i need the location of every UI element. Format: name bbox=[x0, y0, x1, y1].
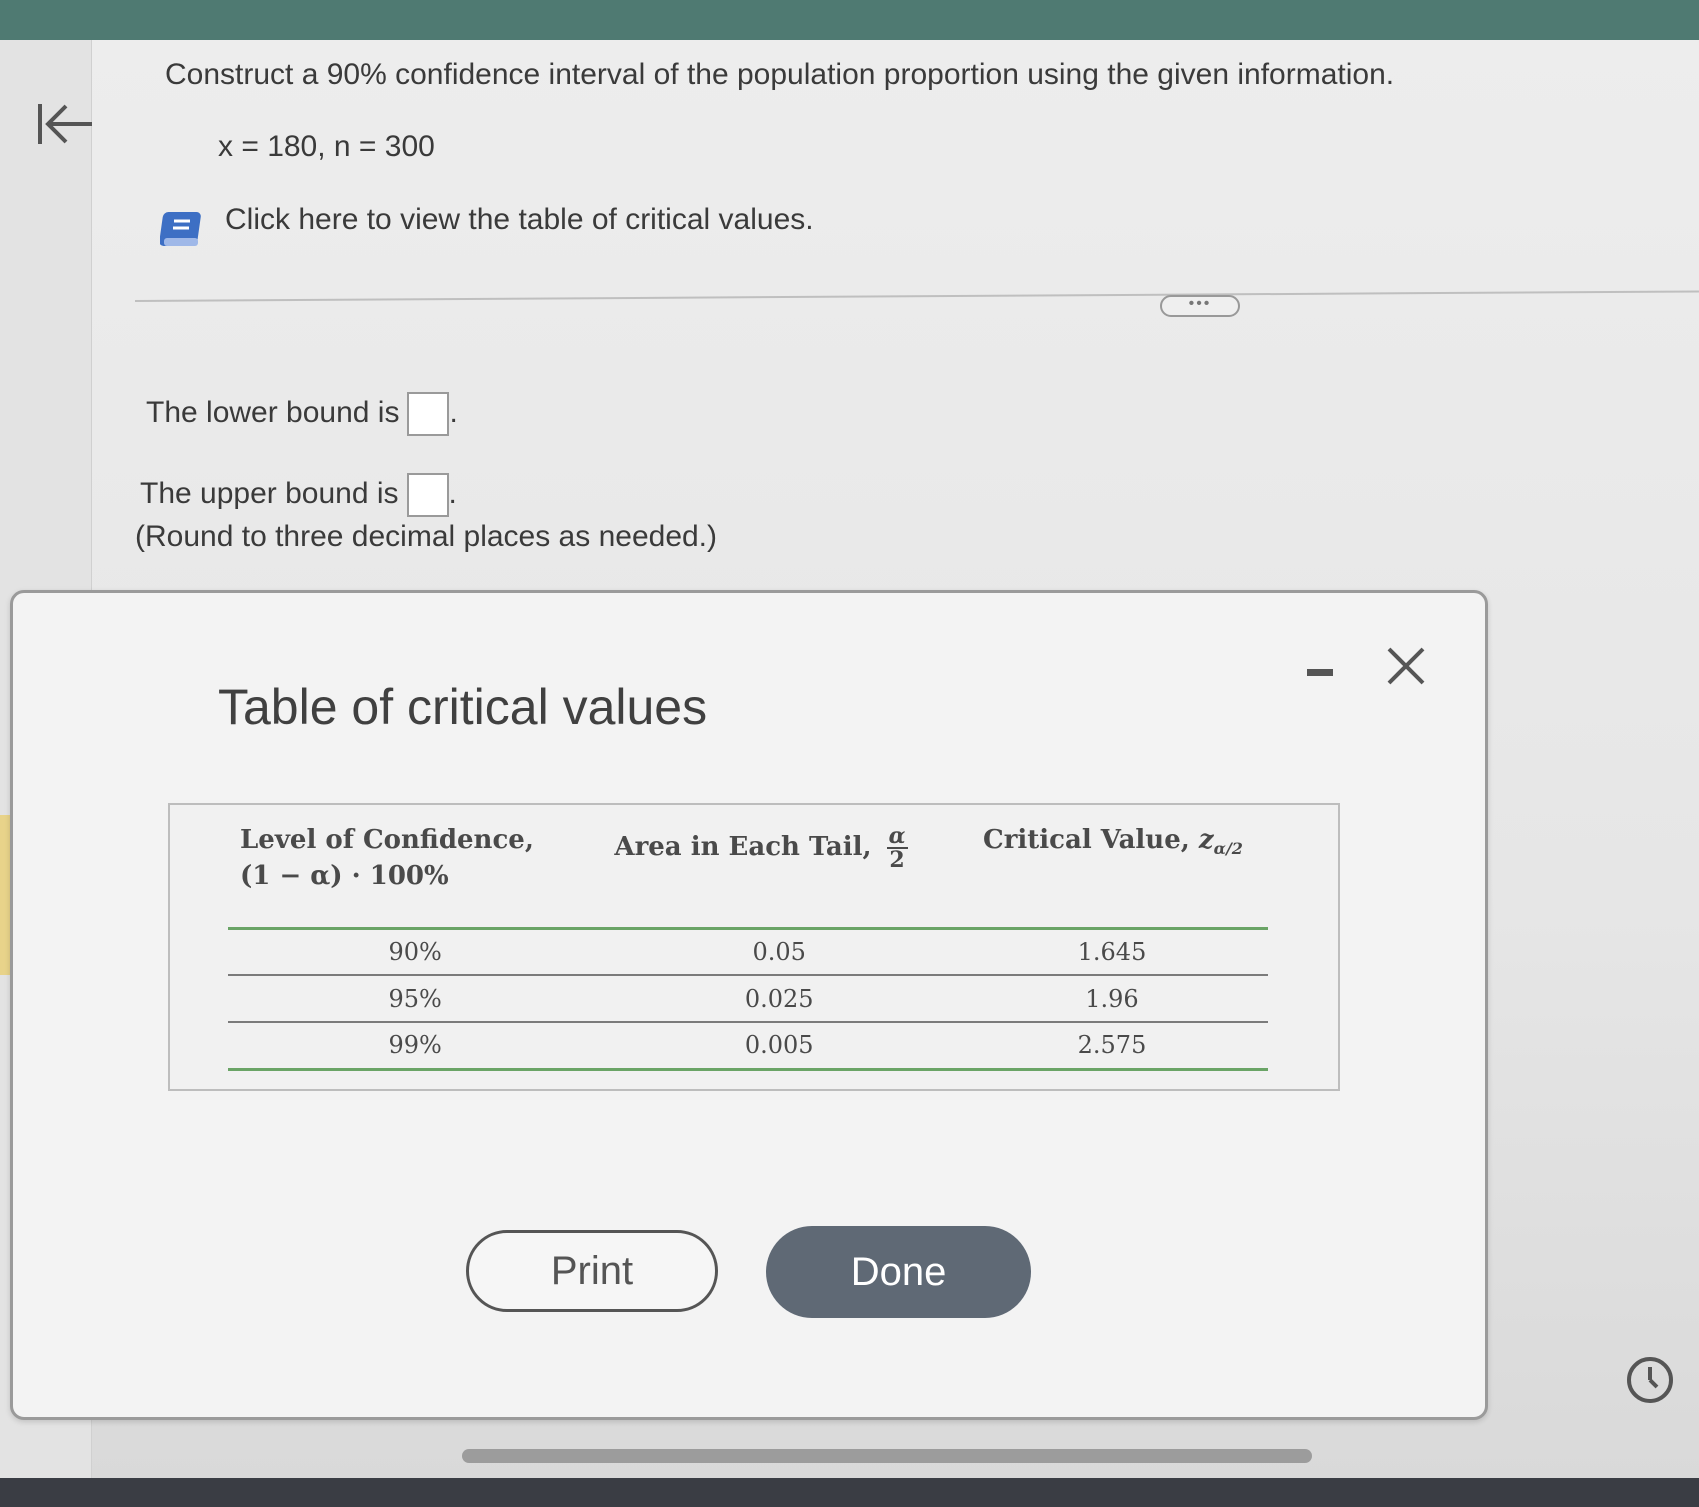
header-confidence-line1: Level of Confidence, bbox=[240, 825, 534, 855]
confidence-cell: 99% bbox=[228, 1022, 603, 1071]
tail-cell: 0.05 bbox=[602, 928, 956, 976]
lower-bound-input[interactable] bbox=[407, 392, 450, 436]
table-header-row: Level of Confidence, (1 − α) · 100% Area… bbox=[228, 823, 1268, 930]
z-symbol: z bbox=[1198, 825, 1214, 855]
dialog-title: Table of critical values bbox=[218, 679, 708, 735]
upper-bound-label: The upper bound is bbox=[140, 476, 399, 510]
tail-cell: 0.025 bbox=[602, 975, 956, 1023]
critical-cell: 1.96 bbox=[955, 975, 1268, 1023]
clock-icon[interactable] bbox=[1625, 1355, 1675, 1405]
header-critical-value: Critical Value, zα/2 bbox=[955, 825, 1268, 930]
table-row: 95% 0.025 1.96 bbox=[228, 975, 1268, 1023]
critical-values-dialog: Table of critical values Level of Confid… bbox=[10, 590, 1488, 1420]
confidence-cell: 95% bbox=[228, 975, 603, 1023]
question-prompt: Construct a 90% confidence interval of t… bbox=[165, 58, 1395, 91]
tail-cell: 0.005 bbox=[602, 1022, 956, 1071]
critical-values-table-frame: Level of Confidence, (1 − α) · 100% Area… bbox=[168, 803, 1340, 1091]
header-confidence-line2: (1 − α) · 100% bbox=[240, 861, 449, 891]
book-icon[interactable] bbox=[160, 208, 206, 250]
lower-bound-label: The lower bound is bbox=[146, 395, 400, 429]
lower-bound-row: The lower bound is. bbox=[146, 392, 458, 436]
alpha-over-two-fraction: α 2 bbox=[886, 823, 908, 873]
critical-values-table: Level of Confidence, (1 − α) · 100% Area… bbox=[228, 825, 1268, 1071]
table-row: 99% 0.005 2.575 bbox=[228, 1022, 1268, 1071]
close-icon[interactable] bbox=[1381, 641, 1431, 691]
header-tail-area: Area in Each Tail, α 2 bbox=[602, 823, 956, 930]
header-critical-label: Critical Value, bbox=[983, 825, 1190, 855]
confidence-cell: 90% bbox=[228, 928, 603, 976]
minimize-icon[interactable] bbox=[1303, 653, 1337, 687]
lower-bound-period: . bbox=[449, 395, 458, 429]
done-button[interactable]: Done bbox=[766, 1226, 1031, 1318]
back-to-start-icon[interactable] bbox=[36, 100, 96, 148]
upper-bound-period: . bbox=[448, 476, 457, 510]
header-confidence: Level of Confidence, (1 − α) · 100% bbox=[228, 825, 603, 930]
upper-bound-input[interactable] bbox=[406, 473, 449, 517]
bottom-bar bbox=[0, 1478, 1699, 1507]
critical-cell: 2.575 bbox=[955, 1022, 1268, 1071]
horizontal-scrollbar[interactable] bbox=[462, 1449, 1312, 1463]
given-values: x = 180, n = 300 bbox=[218, 130, 435, 163]
rounding-note: (Round to three decimal places as needed… bbox=[135, 520, 718, 553]
upper-bound-row: The upper bound is. bbox=[140, 473, 457, 517]
fraction-numerator: α bbox=[886, 823, 908, 849]
more-button[interactable]: ••• bbox=[1160, 295, 1240, 317]
header-tail-label: Area in Each Tail, bbox=[614, 832, 872, 862]
print-button[interactable]: Print bbox=[466, 1230, 718, 1312]
critical-values-link[interactable]: Click here to view the table of critical… bbox=[225, 203, 814, 237]
table-row: 90% 0.05 1.645 bbox=[228, 928, 1268, 976]
z-subscript: α/2 bbox=[1213, 839, 1243, 859]
fraction-denominator: 2 bbox=[889, 847, 905, 873]
z-alpha-half-symbol: zα/2 bbox=[1198, 825, 1243, 859]
critical-cell: 1.645 bbox=[955, 928, 1268, 976]
